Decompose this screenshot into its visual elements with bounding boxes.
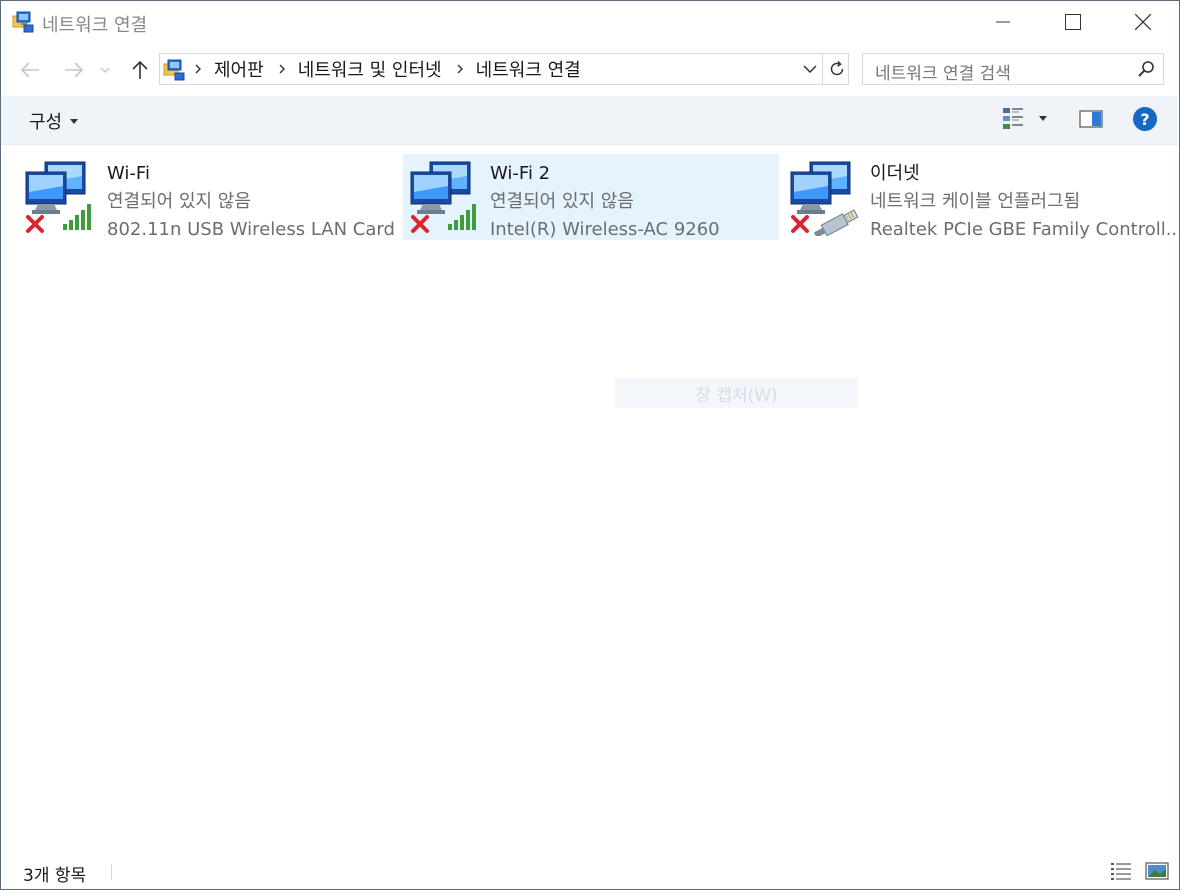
address-bar[interactable]: 제어판 네트워크 및 인터넷 네트워크 연결 <box>159 53 849 85</box>
connection-status: 연결되어 있지 않음 <box>107 191 251 212</box>
connection-item-wifi-2[interactable]: Wi-Fi 2 연결되어 있지 않음 Intel(R) Wireless-AC … <box>403 154 779 240</box>
breadcrumb: 제어판 네트워크 및 인터넷 네트워크 연결 <box>194 54 595 84</box>
change-view-button[interactable] <box>1001 106 1047 130</box>
arrow-up-icon <box>132 60 148 79</box>
connection-device: 802.11n USB Wireless LAN Card <box>107 219 395 240</box>
close-button[interactable] <box>1108 0 1178 44</box>
window-title: 네트워크 연결 <box>42 15 148 36</box>
preview-pane-button[interactable] <box>1079 109 1103 133</box>
chevron-down-icon <box>803 65 817 73</box>
connection-name: Wi-Fi <box>107 163 150 184</box>
large-icons-view-button[interactable] <box>1145 860 1169 886</box>
search-box[interactable]: 네트워크 연결 검색 <box>862 53 1164 85</box>
arrow-left-icon <box>20 62 39 78</box>
connection-name: Wi-Fi 2 <box>490 163 551 184</box>
chevron-right-icon[interactable] <box>456 63 464 75</box>
connection-item-text: Wi-Fi 연결되어 있지 않음 802.11n USB Wireless LA… <box>107 160 395 244</box>
item-count: 3개 항목 <box>23 866 87 886</box>
details-view-icon <box>1111 863 1131 880</box>
file-list: Wi-Fi 연결되어 있지 않음 802.11n USB Wireless LA… <box>1 145 1180 850</box>
wireless-adapter-icon <box>408 158 484 236</box>
status-divider <box>111 864 112 880</box>
ethernet-adapter-icon <box>788 158 864 238</box>
red-x-icon <box>26 215 44 233</box>
network-folder-icon <box>163 59 185 81</box>
connection-status: 네트워크 케이블 언플러그됨 <box>870 191 1081 212</box>
preview-pane-icon <box>1079 110 1103 128</box>
title-bar[interactable]: 네트워크 연결 <box>0 0 1178 44</box>
red-x-icon <box>411 215 429 233</box>
caret-down-icon[interactable] <box>1039 115 1047 121</box>
chevron-right-icon[interactable] <box>194 63 202 75</box>
command-bar: 구성 ? <box>1 96 1178 145</box>
minimize-icon <box>996 21 1010 23</box>
caret-down-icon <box>70 118 79 124</box>
wireless-adapter-icon <box>23 158 99 236</box>
status-bar: 3개 항목 <box>1 856 1178 888</box>
connection-name: 이더넷 <box>870 163 920 184</box>
address-dropdown-button[interactable] <box>796 54 824 84</box>
organize-button[interactable]: 구성 <box>29 108 79 134</box>
chevron-right-icon[interactable] <box>278 63 286 75</box>
recent-locations-button[interactable] <box>96 56 114 84</box>
chevron-down-icon <box>100 67 110 73</box>
search-input[interactable]: 네트워크 연결 검색 <box>875 59 1011 84</box>
back-button[interactable] <box>16 56 44 84</box>
red-x-icon <box>791 215 809 233</box>
navigation-bar: 제어판 네트워크 및 인터넷 네트워크 연결 네트워크 연결 검색 <box>0 44 1178 96</box>
maximize-button[interactable] <box>1038 0 1108 44</box>
arrow-right-icon <box>65 62 84 78</box>
connection-item-ethernet[interactable]: 이더넷 네트워크 케이블 언플러그됨 Realtek PCIe GBE Fami… <box>783 154 1180 240</box>
forward-button[interactable] <box>60 56 88 84</box>
help-button[interactable]: ? <box>1133 107 1157 131</box>
view-options-icon <box>1003 108 1023 129</box>
connection-item-text: Wi-Fi 2 연결되어 있지 않음 Intel(R) Wireless-AC … <box>490 160 720 244</box>
breadcrumb-item-network-connections[interactable]: 네트워크 연결 <box>476 56 581 82</box>
connection-device: Intel(R) Wireless-AC 9260 <box>490 219 720 240</box>
refresh-button[interactable] <box>822 54 850 84</box>
connection-device: Realtek PCIe GBE Family Controll... <box>870 219 1180 240</box>
refresh-icon <box>830 60 843 76</box>
details-view-button[interactable] <box>1109 860 1133 886</box>
connection-item-wifi[interactable]: Wi-Fi 연결되어 있지 않음 802.11n USB Wireless LA… <box>1 154 395 240</box>
large-icons-view-icon <box>1145 862 1169 880</box>
breadcrumb-item-network-internet[interactable]: 네트워크 및 인터넷 <box>298 56 442 82</box>
connection-status: 연결되어 있지 않음 <box>490 191 634 212</box>
window-capture-hint: 창 캡처(W) <box>615 378 858 408</box>
up-button[interactable] <box>126 56 154 84</box>
search-icon[interactable] <box>1137 60 1155 82</box>
organize-label: 구성 <box>29 112 63 133</box>
minimize-button[interactable] <box>968 0 1038 44</box>
breadcrumb-item-control-panel[interactable]: 제어판 <box>214 56 264 82</box>
network-folder-icon <box>12 11 34 33</box>
connection-item-text: 이더넷 네트워크 케이블 언플러그됨 Realtek PCIe GBE Fami… <box>870 160 1180 244</box>
maximize-icon <box>1065 14 1081 30</box>
close-icon <box>1135 14 1151 30</box>
